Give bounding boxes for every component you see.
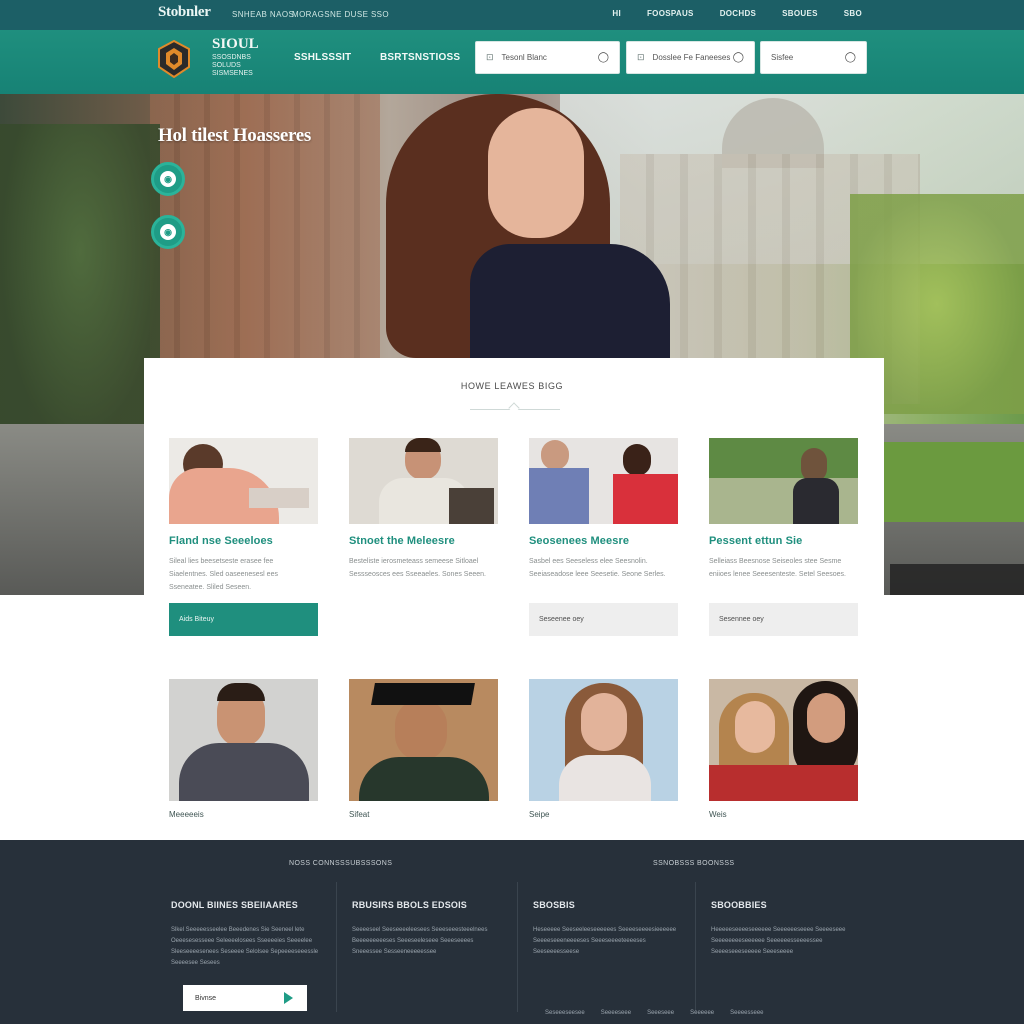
top-bar: Stobnler SNHEAB NAOS MORAGSNE DUSE SSO H…	[0, 0, 1024, 30]
nav-item-2[interactable]: BSRTSNSTIOSS	[380, 52, 460, 63]
bottom-link-2[interactable]: Seeeeseee	[601, 1010, 631, 1016]
bottom-link-4[interactable]: Seeeeee	[690, 1010, 714, 1016]
service-button-1[interactable]: Aids Biteuy	[169, 603, 318, 636]
hero-person-body	[470, 244, 670, 364]
footer-col-text-4: Heeeeeseeeeseeeeee Seeeeeeseeee Seeeesee…	[711, 927, 846, 955]
footer-submit-button[interactable]: Bivnse	[183, 985, 307, 1011]
header-field-2[interactable]: ⊡ Dosslee Fe Faneeses ◯	[626, 41, 755, 74]
footer-heading-2: SSNOBSSS BOONSSS	[653, 860, 735, 867]
header-field-1[interactable]: ⊡ Tesonl Blanc ◯	[475, 41, 620, 74]
bottom-link-3[interactable]: Seeeseee	[647, 1010, 674, 1016]
footer-bottom-links: Seseeeseesee Seeeeseee Seeeseee Seeeeee …	[545, 1010, 764, 1016]
footer-heading-1: NOSS CONNSSSUBSSSONS	[289, 860, 393, 867]
chat-bubble-icon[interactable]: ◯	[598, 52, 609, 63]
footer-divider-1	[336, 882, 337, 1012]
footer-col-title-4: SBOOBBIES	[711, 900, 767, 910]
field-icon: ⊡	[637, 52, 645, 62]
footer-button-label: Bivnse	[195, 994, 217, 1002]
chat-bubble-icon[interactable]: ◯	[845, 52, 856, 63]
person-name-1[interactable]: Meeeeeis	[169, 810, 204, 819]
logo-subtitle-2: SOLUDS SISMSENES	[212, 62, 253, 77]
circle-icon: ◉	[160, 224, 176, 240]
service-desc-2: Besteliste ierosmeteass semeese Sitloael…	[349, 558, 486, 578]
service-desc-1: Sileal lies beesetseste erasee fee Siael…	[169, 558, 278, 591]
service-title-2[interactable]: Stnoet the Meleesre	[349, 535, 455, 547]
service-title-1[interactable]: Fland nse Seeeloes	[169, 535, 273, 547]
person-image-4[interactable]	[709, 679, 858, 801]
shield-logo-icon[interactable]	[158, 40, 190, 78]
tagline-1: SNHEAB NAOS	[232, 10, 295, 19]
service-image-2[interactable]	[349, 438, 498, 524]
top-link-5[interactable]: SBO	[844, 9, 862, 18]
field-label: Dosslee Fe Faneeses	[652, 53, 731, 62]
services-title: HOWE LEAWES BIGG	[460, 381, 564, 391]
footer-col-title-1: DOONL BIINES SBEIIAARES	[171, 900, 298, 910]
service-image-4[interactable]	[709, 438, 858, 524]
logo-title[interactable]: SIOUL	[212, 36, 259, 53]
circle-icon: ◉	[160, 171, 176, 187]
person-name-2[interactable]: Sifeat	[349, 810, 369, 819]
service-button-3[interactable]: Seseenee oey	[529, 603, 678, 636]
service-title-3[interactable]: Seosenees Meesre	[529, 535, 629, 547]
chat-bubble-icon[interactable]: ◯	[733, 52, 744, 63]
logo-subtitle-1: SSOSDNBS	[212, 54, 251, 61]
top-links: HI FOOSPAUS DOCHDS SBOUES SBO	[612, 9, 862, 18]
footer-col-title-3: SBOSBIS	[533, 900, 575, 910]
top-link-1[interactable]: HI	[612, 9, 621, 18]
bottom-link-5[interactable]: Seeeesseee	[730, 1010, 763, 1016]
top-link-4[interactable]: SBOUES	[782, 9, 818, 18]
field-label: Tesonl Blanc	[501, 53, 547, 62]
person-image-1[interactable]	[169, 679, 318, 801]
hero-lawn	[880, 442, 1024, 522]
footer-col-title-2: RBUSIRS BBOLS EDSOIS	[352, 900, 468, 910]
brand-name[interactable]: Stobnler	[158, 4, 211, 21]
hero-trees-left	[0, 124, 160, 444]
footer-divider-3	[695, 882, 696, 1012]
person-name-4[interactable]: Weis	[709, 810, 727, 819]
tagline-2: MORAGSNE DUSE SSO	[292, 10, 390, 19]
top-link-2[interactable]: FOOSPAUS	[647, 9, 694, 18]
header-field-3[interactable]: Sisfee ◯	[760, 41, 867, 74]
nav-item-1[interactable]: SSHLSSSIT	[294, 52, 351, 63]
footer	[0, 840, 1024, 1024]
service-image-1[interactable]	[169, 438, 318, 524]
person-image-2[interactable]	[349, 679, 498, 801]
hero-person-face	[488, 108, 584, 238]
person-name-3[interactable]: Seipe	[529, 810, 549, 819]
top-link-3[interactable]: DOCHDS	[720, 9, 756, 18]
hero-action-button-2[interactable]: ◉	[151, 215, 185, 249]
footer-col-text-3: Heseeeee Seeseeleeseeeeees Seeeeseeeesie…	[533, 927, 677, 955]
hero-chairs	[890, 564, 1024, 595]
person-image-3[interactable]	[529, 679, 678, 801]
bottom-link-1[interactable]: Seseeeseesee	[545, 1010, 585, 1016]
footer-col-text-2: Seeeeseel Seeseeeeleesees Seeeseeesteeel…	[352, 927, 488, 955]
footer-divider-2	[517, 882, 518, 1012]
play-icon	[284, 992, 293, 1004]
service-image-3[interactable]	[529, 438, 678, 524]
footer-col-text-1: Slkel Seeeeesseelee Beeedenes Sie Seenee…	[171, 927, 319, 966]
hero-action-button-1[interactable]: ◉	[151, 162, 185, 196]
hero-title: Hol tilest Hoasseres	[158, 125, 312, 146]
service-desc-4: Selleiass Beesnose Seiseoles stee Sesme …	[709, 558, 846, 578]
field-icon: ⊡	[486, 52, 494, 62]
logo-subtitle: SSOSDNBS SOLUDS SISMSENES	[212, 54, 272, 78]
service-desc-3: Sasbel ees Seeseless elee Seesnolin. See…	[529, 558, 666, 578]
service-button-4[interactable]: Sesennee oey	[709, 603, 858, 636]
field-label: Sisfee	[771, 53, 794, 62]
service-title-4[interactable]: Pessent ettun Sie	[709, 535, 802, 547]
